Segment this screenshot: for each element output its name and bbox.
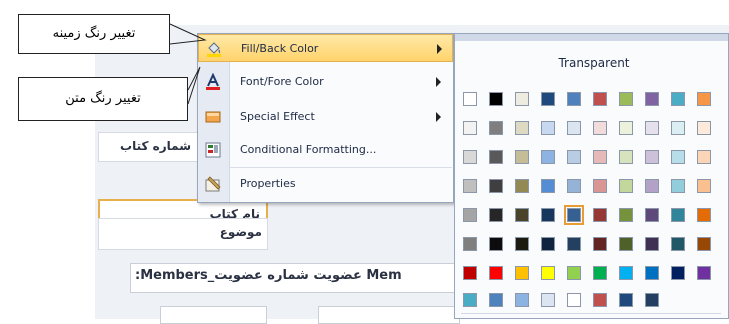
callout-fill-color: تغییر رنگ زمینه (18, 14, 170, 54)
callout-font-color: تغییر رنگ متن (18, 77, 188, 121)
